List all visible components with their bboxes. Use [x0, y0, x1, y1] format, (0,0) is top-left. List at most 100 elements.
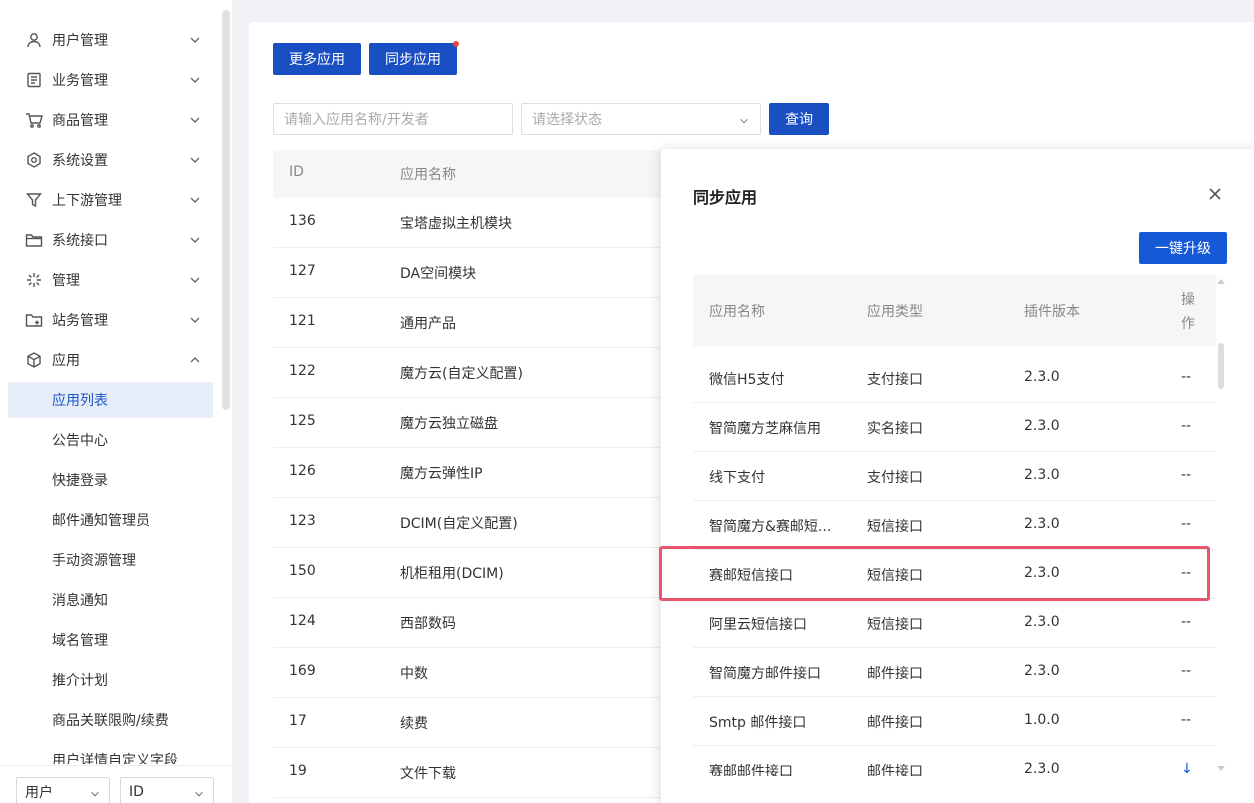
cell-app-name: 魔方云弹性IP	[400, 466, 483, 482]
menu-site-management[interactable]: 站务管理	[0, 300, 222, 340]
cell-app-type: 邮件接口	[867, 715, 923, 731]
cell-action[interactable]: --	[1181, 369, 1191, 385]
cell-app-name: 宝塔虚拟主机模块	[400, 216, 512, 232]
sidebar-item-manual-resources[interactable]: 手动资源管理	[8, 542, 213, 578]
modal-table-row[interactable]	[693, 452, 1216, 501]
sidebar-item-custom-fields[interactable]: 用户详情自定义字段	[8, 742, 213, 764]
search-field-select[interactable]: ID	[120, 777, 214, 803]
column-header-id: ID	[289, 164, 304, 180]
table-row[interactable]	[273, 598, 673, 648]
search-type-select[interactable]: 用户	[16, 777, 110, 803]
search-placeholder: 请输入应用名称/开发者	[284, 112, 429, 128]
cell-action[interactable]: --	[1181, 663, 1191, 679]
sidebar-item-email-notify-admin[interactable]: 邮件通知管理员	[8, 502, 213, 538]
menu-applications[interactable]: 应用	[0, 340, 222, 380]
chevron-down-icon	[190, 317, 200, 323]
cell-app-type: 支付接口	[867, 372, 923, 388]
cell-action[interactable]: --	[1181, 516, 1191, 532]
scroll-up-arrow-icon[interactable]	[1217, 278, 1225, 284]
cell-action[interactable]: --	[1181, 712, 1191, 728]
cell-action[interactable]: --	[1181, 418, 1191, 434]
cell-id: 19	[289, 763, 307, 779]
cell-version: 2.3.0	[1024, 369, 1060, 385]
upgrade-all-button[interactable]: 一键升级	[1139, 232, 1227, 264]
chevron-down-icon	[740, 118, 748, 124]
column-header-app-name: 应用名称	[709, 304, 765, 320]
menu-label: 站务管理	[52, 313, 108, 329]
sidebar-item-label: 消息通知	[52, 593, 108, 609]
sparkle-icon	[25, 271, 43, 289]
cell-app-name: 机柜租用(DCIM)	[400, 566, 504, 582]
modal-scrollbar-thumb[interactable]	[1218, 343, 1224, 389]
menu-label: 业务管理	[52, 73, 108, 89]
search-input[interactable]: 请输入应用名称/开发者	[273, 103, 513, 135]
query-button[interactable]: 查询	[769, 103, 829, 135]
cell-app-name: 中数	[400, 666, 428, 682]
cell-action[interactable]: --	[1181, 467, 1191, 483]
modal-footer-mask	[661, 776, 1254, 803]
menu-label: 管理	[52, 273, 80, 289]
sidebar-item-domain-management[interactable]: 域名管理	[8, 622, 213, 658]
cell-version: 2.3.0	[1024, 614, 1060, 630]
sidebar-item-app-list[interactable]: 应用列表	[8, 382, 213, 418]
cell-app-name: 魔方云独立磁盘	[400, 416, 498, 432]
cell-app-type: 邮件接口	[867, 666, 923, 682]
sidebar-item-label: 推介计划	[52, 673, 108, 689]
status-select[interactable]: 请选择状态	[521, 103, 761, 135]
sidebar-item-label: 商品关联限购/续费	[52, 713, 169, 729]
sidebar-item-referral-plan[interactable]: 推介计划	[8, 662, 213, 698]
menu-system-interface[interactable]: 系统接口	[0, 220, 222, 260]
cell-version: 2.3.0	[1024, 516, 1060, 532]
menu-product-management[interactable]: 商品管理	[0, 100, 222, 140]
cell-version: 1.0.0	[1024, 712, 1060, 728]
cell-app-name: 微信H5支付	[709, 372, 785, 388]
cell-app-name: 通用产品	[400, 316, 456, 332]
cell-id: 126	[289, 463, 316, 479]
cell-app-name: 西部数码	[400, 616, 456, 632]
menu-label: 系统设置	[52, 153, 108, 169]
chevron-down-icon	[190, 37, 200, 43]
cell-id: 127	[289, 263, 316, 279]
cell-id: 150	[289, 563, 316, 579]
cell-id: 121	[289, 313, 316, 329]
chevron-down-icon	[190, 117, 200, 123]
sidebar-item-quick-login[interactable]: 快捷登录	[8, 462, 213, 498]
menu-label: 上下游管理	[52, 193, 122, 209]
cell-action[interactable]: --	[1181, 614, 1191, 630]
sync-apps-button[interactable]: 同步应用	[369, 43, 457, 75]
sidebar-scrollbar[interactable]	[222, 10, 230, 410]
more-apps-button[interactable]: 更多应用	[273, 43, 361, 75]
chevron-down-icon	[190, 237, 200, 243]
menu-user-management[interactable]: 用户管理	[0, 20, 222, 60]
table-row[interactable]	[273, 648, 673, 698]
cell-id: 122	[289, 363, 316, 379]
cell-id: 123	[289, 513, 316, 529]
menu-upstream-downstream[interactable]: 上下游管理	[0, 180, 222, 220]
menu-label: 应用	[52, 353, 80, 369]
chevron-down-icon	[91, 791, 99, 797]
user-icon	[25, 31, 43, 49]
cell-app-name: 魔方云(自定义配置)	[400, 366, 523, 382]
folder-icon	[25, 231, 43, 249]
table-row[interactable]	[273, 748, 673, 798]
cell-app-name: DA空间模块	[400, 266, 477, 282]
cell-action[interactable]: ↓	[1181, 761, 1193, 777]
chevron-down-icon	[195, 791, 203, 797]
scroll-down-arrow-icon[interactable]	[1217, 766, 1225, 772]
menu-system-settings[interactable]: 系统设置	[0, 140, 222, 180]
table-row[interactable]	[273, 298, 673, 348]
menu-label: 用户管理	[52, 33, 108, 49]
table-row[interactable]	[273, 698, 673, 748]
menu-management[interactable]: 管理	[0, 260, 222, 300]
sidebar-item-announcements[interactable]: 公告中心	[8, 422, 213, 458]
sidebar-item-purchase-limit[interactable]: 商品关联限购/续费	[8, 702, 213, 738]
sidebar-item-label: 公告中心	[52, 433, 108, 449]
menu-business-management[interactable]: 业务管理	[0, 60, 222, 100]
status-placeholder: 请选择状态	[532, 112, 602, 128]
sidebar-item-label: 快捷登录	[52, 473, 108, 489]
sidebar-item-message-notify[interactable]: 消息通知	[8, 582, 213, 618]
modal-table-header	[693, 274, 1216, 346]
close-icon[interactable]	[1207, 186, 1223, 202]
cell-id: 169	[289, 663, 316, 679]
hexagon-gear-icon	[25, 151, 43, 169]
